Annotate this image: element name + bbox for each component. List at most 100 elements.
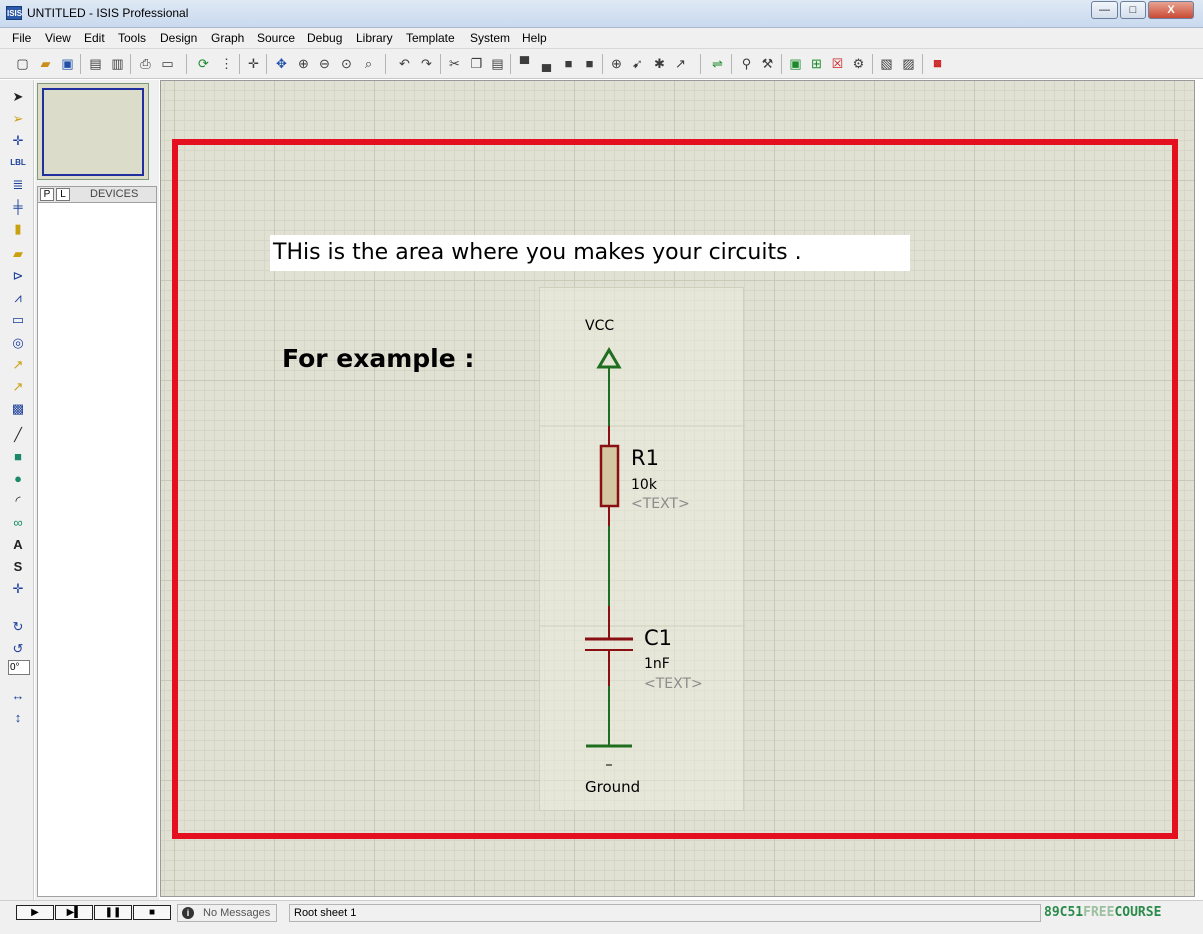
ares-icon[interactable]: ▩ [929, 55, 946, 72]
import-icon[interactable]: ▤ [87, 55, 104, 72]
netlist-icon[interactable]: ⚙ [850, 55, 867, 72]
paste-icon[interactable]: ▤ [489, 55, 506, 72]
close-button[interactable]: X [1148, 1, 1194, 19]
block-delete-icon[interactable]: ■ [581, 55, 598, 72]
refresh-icon[interactable]: ⟳ [195, 55, 212, 72]
minimize-button[interactable]: — [1091, 1, 1118, 19]
bom-icon[interactable]: ▧ [878, 55, 895, 72]
editing-canvas[interactable]: THis is the area where you makes your ci… [160, 80, 1195, 897]
rotation-angle-field[interactable]: 0° [8, 660, 30, 675]
step-button[interactable]: ▶▌ [55, 905, 93, 920]
line-icon[interactable]: ╱ [9, 426, 27, 444]
property-tool-icon[interactable]: ⚒ [759, 55, 776, 72]
pick-device-icon[interactable]: ⊕ [608, 55, 625, 72]
arc-icon[interactable]: ◜ [9, 492, 27, 510]
text-icon[interactable]: A [9, 536, 27, 554]
block-rotate-icon[interactable]: ■ [560, 55, 577, 72]
marker-icon[interactable]: ✛ [9, 580, 27, 598]
menu-edit[interactable]: Edit [84, 31, 105, 45]
pause-button[interactable]: ❚❚ [94, 905, 132, 920]
decompose-icon[interactable]: ↗ [672, 55, 689, 72]
menu-system[interactable]: System [470, 31, 510, 45]
menu-design[interactable]: Design [160, 31, 197, 45]
zoom-area-icon[interactable]: ⌕ [360, 55, 377, 72]
virtual-instrument-icon[interactable]: ▩ [9, 400, 27, 418]
text-script-icon[interactable]: ≣ [9, 176, 27, 194]
flip-horizontal-icon[interactable]: ↔ [9, 687, 27, 705]
pick-devices-button[interactable]: P [40, 188, 54, 201]
wire-label-icon[interactable]: LBL [9, 154, 27, 172]
save-icon[interactable]: ▣ [59, 55, 76, 72]
callout-text: THis is the area where you makes your ci… [270, 235, 910, 271]
box-icon[interactable]: ■ [9, 448, 27, 466]
circle-icon[interactable]: ● [9, 470, 27, 488]
menu-file[interactable]: File [12, 31, 31, 45]
bus-icon[interactable]: ╪ [9, 198, 27, 216]
subcircuit-icon[interactable]: ▮ [9, 220, 27, 238]
menu-graph[interactable]: Graph [211, 31, 244, 45]
symbol-icon[interactable]: S [9, 558, 27, 576]
stop-button[interactable]: ■ [133, 905, 171, 920]
overview-window[interactable] [37, 83, 149, 180]
toolbar-separator [781, 54, 782, 74]
example-schematic[interactable]: VCC R1 10k <TEXT> C1 1nF <TEXT> Ground [539, 287, 745, 811]
block-copy-icon[interactable]: ▀ [516, 55, 533, 72]
device-pin-icon[interactable]: ⊳ [9, 267, 27, 285]
messages-panel[interactable]: i No Messages [177, 904, 277, 922]
generator-icon[interactable]: ◎ [9, 334, 27, 352]
menu-debug[interactable]: Debug [307, 31, 342, 45]
menu-help[interactable]: Help [522, 31, 547, 45]
selection-mode-icon[interactable]: ➤ [9, 88, 27, 106]
path-icon[interactable]: ∞ [9, 514, 27, 532]
menu-tools[interactable]: Tools [118, 31, 146, 45]
devices-list[interactable] [37, 203, 157, 897]
block-move-icon[interactable]: ▄ [538, 55, 555, 72]
resistor-body [599, 444, 620, 508]
junction-dot-icon[interactable]: ✛ [9, 132, 27, 150]
play-button[interactable]: ▶ [16, 905, 54, 920]
remove-sheet-icon[interactable]: ☒ [829, 55, 846, 72]
sheet-indicator: Root sheet 1 [289, 904, 1041, 922]
export-icon[interactable]: ▥ [109, 55, 126, 72]
menu-template[interactable]: Template [406, 31, 455, 45]
graph-icon[interactable]: ⩘ [9, 289, 27, 307]
brand-part-3: COURSE [1114, 905, 1162, 920]
menu-view[interactable]: View [45, 31, 71, 45]
library-manager-button[interactable]: L [56, 188, 70, 201]
tape-recorder-icon[interactable]: ▭ [9, 311, 27, 329]
undo-icon[interactable]: ↶ [396, 55, 413, 72]
rotate-anticlockwise-icon[interactable]: ↺ [9, 640, 27, 658]
make-device-icon[interactable]: ➹ [629, 55, 646, 72]
new-icon[interactable]: ▢ [14, 55, 31, 72]
zoom-in-icon[interactable]: ⊕ [295, 55, 312, 72]
toolbar-separator [385, 54, 386, 74]
maximize-button[interactable]: □ [1120, 1, 1146, 19]
power-arrow [596, 347, 622, 369]
flip-vertical-icon[interactable]: ↕ [9, 709, 27, 727]
menu-source[interactable]: Source [257, 31, 295, 45]
rotate-clockwise-icon[interactable]: ↻ [9, 618, 27, 636]
current-probe-icon[interactable]: ↗ [9, 378, 27, 396]
menu-library[interactable]: Library [356, 31, 393, 45]
cut-icon[interactable]: ✂ [446, 55, 463, 72]
redo-icon[interactable]: ↷ [418, 55, 435, 72]
add-sheet-icon[interactable]: ⊞ [808, 55, 825, 72]
zoom-out-icon[interactable]: ⊖ [316, 55, 333, 72]
print-area-icon[interactable]: ▭ [159, 55, 176, 72]
zoom-all-icon[interactable]: ⊙ [338, 55, 355, 72]
voltage-probe-icon[interactable]: ↗ [9, 356, 27, 374]
pan-icon[interactable]: ✥ [273, 55, 290, 72]
component-mode-icon[interactable]: ➢ [9, 110, 27, 128]
print-icon[interactable]: ⎙ [137, 55, 154, 72]
erc-icon[interactable]: ▨ [900, 55, 917, 72]
new-sheet-icon[interactable]: ▣ [787, 55, 804, 72]
title-bar: ISIS UNTITLED - ISIS Professional — □ X [0, 0, 1203, 28]
origin-icon[interactable]: ✛ [245, 55, 262, 72]
search-icon[interactable]: ⚲ [738, 55, 755, 72]
wire-autoroute-icon[interactable]: ⇌ [709, 55, 726, 72]
terminal-icon[interactable]: ▰ [9, 245, 27, 263]
copy-icon[interactable]: ❐ [468, 55, 485, 72]
grid-icon[interactable]: ⋮ [218, 55, 235, 72]
open-icon[interactable]: ▰ [37, 55, 54, 72]
packaging-icon[interactable]: ✱ [651, 55, 668, 72]
